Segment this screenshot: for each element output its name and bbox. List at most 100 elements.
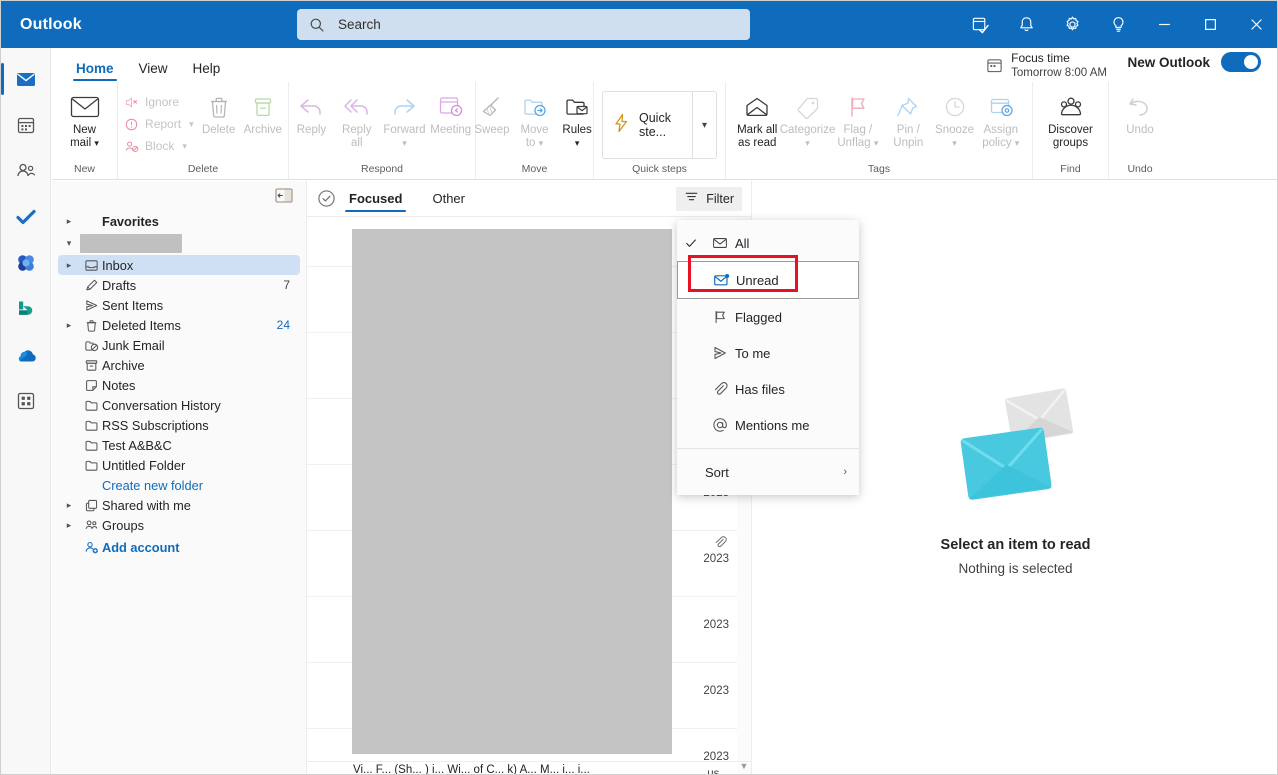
folder-notes[interactable]: Notes (58, 375, 300, 395)
select-all-icon[interactable] (307, 189, 345, 208)
lightbulb-icon[interactable] (1095, 1, 1141, 48)
filter-menu-item-flagged[interactable]: Flagged (677, 299, 859, 335)
folder-rss-subscriptions[interactable]: RSS Subscriptions (58, 415, 300, 435)
folder-junk-email[interactable]: Junk Email (58, 335, 300, 355)
folder-favorites[interactable]: ▸ Favorites (58, 211, 300, 231)
forward-button[interactable]: Forward ▾ (381, 88, 428, 150)
sweep-button[interactable]: Sweep (471, 88, 513, 137)
folder-conversation-history[interactable]: Conversation History (58, 395, 300, 415)
move-to-button[interactable]: Move to ▾ (513, 88, 556, 150)
chevron-right-icon[interactable]: ▸ (58, 260, 80, 271)
tab-view[interactable]: View (133, 61, 174, 81)
rail-item-teams[interactable] (1, 240, 51, 286)
meeting-button[interactable]: Meeting (428, 88, 474, 137)
minimize-button[interactable] (1141, 1, 1187, 48)
ribbon-group-find: Discover groups Find (1033, 82, 1109, 179)
assign-policy-button[interactable]: Assign policy ▾ (976, 88, 1026, 150)
filter-menu-item-has-files[interactable]: Has files (677, 371, 859, 407)
calendar-check-icon[interactable] (957, 1, 1003, 48)
folder-inbox[interactable]: ▸ Inbox (58, 255, 300, 275)
categorize-icon (794, 90, 822, 124)
pivot-other[interactable]: Other (428, 191, 469, 212)
report-button[interactable]: Report ▾ (120, 113, 198, 135)
folder-drafts[interactable]: Drafts 7 (58, 275, 300, 295)
chevron-down-icon[interactable]: ▾ (692, 92, 716, 158)
meeting-icon (436, 90, 466, 124)
folder-archive[interactable]: Archive (58, 355, 300, 375)
discover-groups-button[interactable]: Discover groups (1039, 88, 1102, 150)
rail-item-todo[interactable] (1, 194, 51, 240)
bell-icon[interactable] (1003, 1, 1049, 48)
flag-unflag-label: Flag / Unflag (837, 124, 873, 149)
pin-unpin-button[interactable]: Pin / Unpin (883, 88, 933, 150)
snooze-button[interactable]: Snooze ▾ (934, 88, 976, 150)
categorize-button[interactable]: Categorize ▾ (780, 88, 835, 150)
chevron-right-icon[interactable]: ▸ (58, 320, 80, 331)
chevron-down-icon: ▾ (538, 137, 544, 148)
snooze-label: Snooze (935, 124, 975, 136)
menu-divider (677, 448, 859, 449)
ignore-icon (125, 96, 138, 108)
rail-item-loop[interactable] (1, 286, 51, 332)
ribbon-group-label-move: Move (521, 163, 548, 175)
chevron-right-icon[interactable]: ▸ (58, 520, 80, 531)
folder-shared-with-me[interactable]: ▸ Shared with me (58, 495, 300, 515)
folder-sent-items[interactable]: Sent Items (58, 295, 300, 315)
reply-all-button[interactable]: Reply all (332, 88, 381, 150)
tab-help[interactable]: Help (187, 61, 227, 81)
chevron-down-icon: ▾ (952, 137, 957, 148)
close-button[interactable] (1233, 1, 1277, 48)
filter-button[interactable]: Filter (676, 187, 742, 211)
folder-groups[interactable]: ▸ Groups (58, 515, 300, 535)
new-mail-button[interactable]: New mail ▾ (58, 88, 111, 150)
folder-icon (80, 458, 102, 473)
rail-item-onedrive[interactable] (1, 332, 51, 378)
folder-deleted-items[interactable]: ▸ Deleted Items 24 (58, 315, 300, 335)
add-account-button[interactable]: Add account (58, 537, 300, 557)
folder-icon (80, 438, 102, 453)
quick-steps-button[interactable]: Quick ste... ▾ (602, 91, 717, 159)
paperclip-icon (705, 381, 735, 397)
chevron-right-icon[interactable]: ▸ (58, 500, 80, 511)
two-envelopes-icon (936, 381, 1096, 521)
filter-menu-item-sort[interactable]: Sort › (677, 454, 859, 490)
rail-item-apps[interactable] (1, 378, 51, 424)
folder-test-abc[interactable]: Test A&B&C (58, 435, 300, 455)
message-date: 2023 (703, 553, 729, 565)
flag-unflag-button[interactable]: Flag / Unflag ▾ (833, 88, 883, 150)
rules-button[interactable]: Rules ▾ (556, 88, 598, 150)
search-icon (309, 17, 325, 33)
chevron-right-icon[interactable]: ▸ (58, 216, 80, 227)
search-input[interactable]: Search (297, 9, 750, 40)
tab-home[interactable]: Home (70, 61, 120, 81)
filter-menu-item-all[interactable]: All (677, 225, 859, 261)
filter-menu-item-to-me[interactable]: To me (677, 335, 859, 371)
folder-untitled[interactable]: Untitled Folder (58, 455, 300, 475)
delete-button[interactable]: Delete (198, 88, 240, 137)
undo-button[interactable]: Undo (1119, 88, 1161, 137)
folder-label: Create new folder (102, 477, 204, 493)
rail-item-mail[interactable] (1, 56, 51, 102)
block-button[interactable]: Block ▾ (120, 135, 198, 157)
filter-menu-item-unread[interactable]: Unread (677, 261, 859, 299)
flag-icon (845, 90, 871, 124)
filter-menu-item-mentions-me[interactable]: Mentions me (677, 407, 859, 443)
inbox-icon (80, 258, 102, 273)
reply-button[interactable]: Reply (290, 88, 332, 137)
folder-account-redacted[interactable]: ▾ (58, 233, 300, 253)
collapse-pane-icon[interactable] (274, 186, 294, 204)
maximize-button[interactable] (1187, 1, 1233, 48)
archive-button[interactable]: Archive (240, 88, 286, 137)
rail-item-people[interactable] (1, 148, 51, 194)
search-placeholder: Search (338, 17, 381, 32)
chevron-down-icon[interactable]: ▾ (58, 238, 80, 249)
ignore-button[interactable]: Ignore (120, 91, 198, 113)
focus-time-card[interactable]: Focus time Tomorrow 8:00 AM (986, 51, 1107, 80)
forward-label: Forward (383, 124, 426, 136)
create-new-folder-link[interactable]: Create new folder (58, 475, 300, 495)
mark-all-read-button[interactable]: Mark all as read (732, 88, 782, 150)
rail-item-calendar[interactable] (1, 102, 51, 148)
new-outlook-toggle[interactable] (1221, 52, 1261, 72)
pivot-focused[interactable]: Focused (345, 191, 407, 212)
gear-icon[interactable] (1049, 1, 1095, 48)
